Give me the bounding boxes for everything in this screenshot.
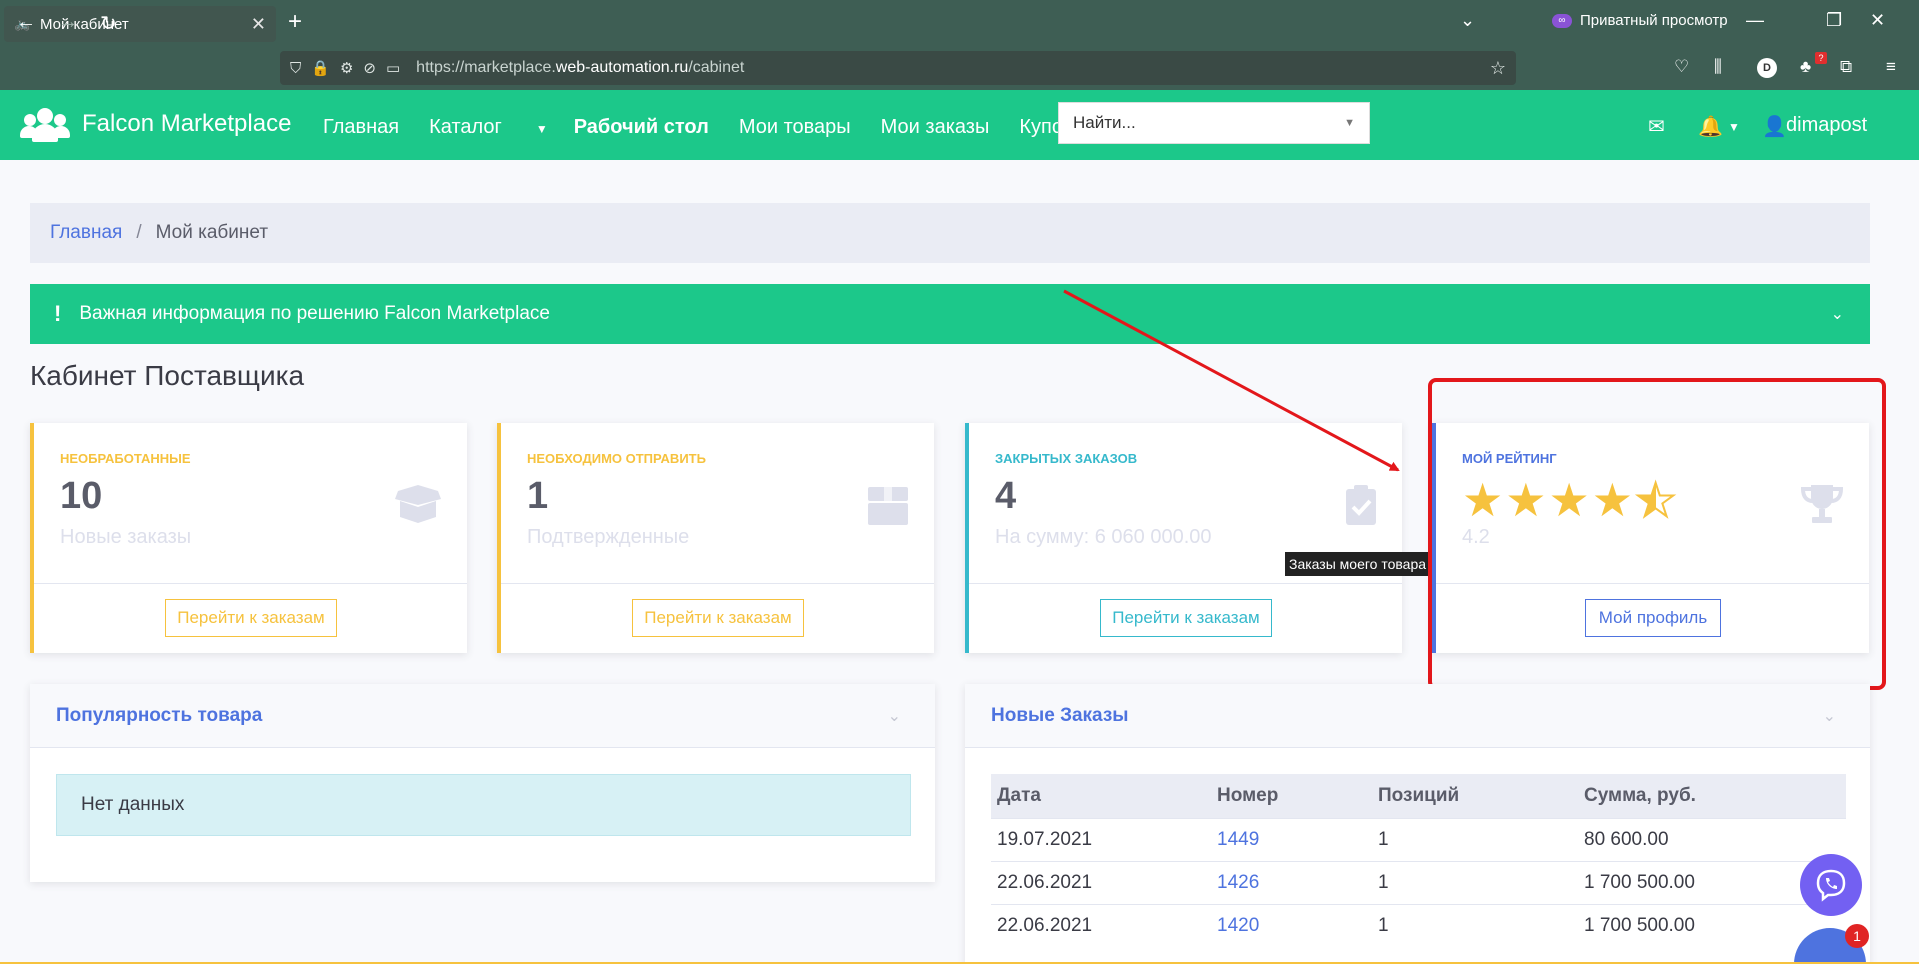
chevron-down-icon[interactable]: ⌄ — [1823, 706, 1836, 726]
order-positions: 1 — [1372, 817, 1578, 861]
order-number-cell: 1420 — [1211, 903, 1372, 947]
order-date: 19.07.2021 — [991, 817, 1211, 861]
order-sum: 80 600.00 — [1578, 817, 1846, 861]
table-row: 22.06.2021 1420 1 1 700 500.00 — [991, 903, 1846, 947]
new-orders-panel: Новые Заказы ⌄ Дата Номер Позиций Сумма,… — [965, 684, 1870, 964]
panel-header[interactable]: Новые Заказы ⌄ — [965, 684, 1870, 748]
order-number-link[interactable]: 1449 — [1217, 829, 1259, 850]
order-number-cell: 1449 — [1211, 817, 1372, 861]
panel-title: Новые Заказы — [991, 704, 1129, 726]
column-header: Позиций — [1372, 774, 1578, 818]
order-positions: 1 — [1372, 903, 1578, 947]
empty-state-alert: Нет данных — [56, 774, 911, 836]
viber-button[interactable] — [1800, 854, 1862, 916]
table-row: 19.07.2021 1449 1 80 600.00 — [991, 817, 1846, 861]
order-date: 22.06.2021 — [991, 903, 1211, 947]
order-date: 22.06.2021 — [991, 860, 1211, 904]
orders-table: Дата Номер Позиций Сумма, руб. 19.07.202… — [991, 774, 1846, 947]
panel-title: Популярность товара — [56, 704, 263, 726]
column-header: Сумма, руб. — [1578, 774, 1846, 818]
order-number-cell: 1426 — [1211, 860, 1372, 904]
order-positions: 1 — [1372, 860, 1578, 904]
column-header: Номер — [1211, 774, 1372, 818]
panel-header[interactable]: Популярность товара ⌄ — [30, 684, 935, 748]
order-number-link[interactable]: 1426 — [1217, 872, 1259, 893]
chat-notification-badge: 1 — [1845, 924, 1869, 948]
chevron-down-icon[interactable]: ⌄ — [888, 706, 901, 726]
table-header-row: Дата Номер Позиций Сумма, руб. — [991, 774, 1846, 818]
order-number-link[interactable]: 1420 — [1217, 915, 1259, 936]
table-row: 22.06.2021 1426 1 1 700 500.00 — [991, 860, 1846, 904]
column-header: Дата — [991, 774, 1211, 818]
popularity-panel: Популярность товара ⌄ Нет данных — [30, 684, 935, 882]
viber-phone-icon — [1816, 869, 1846, 902]
